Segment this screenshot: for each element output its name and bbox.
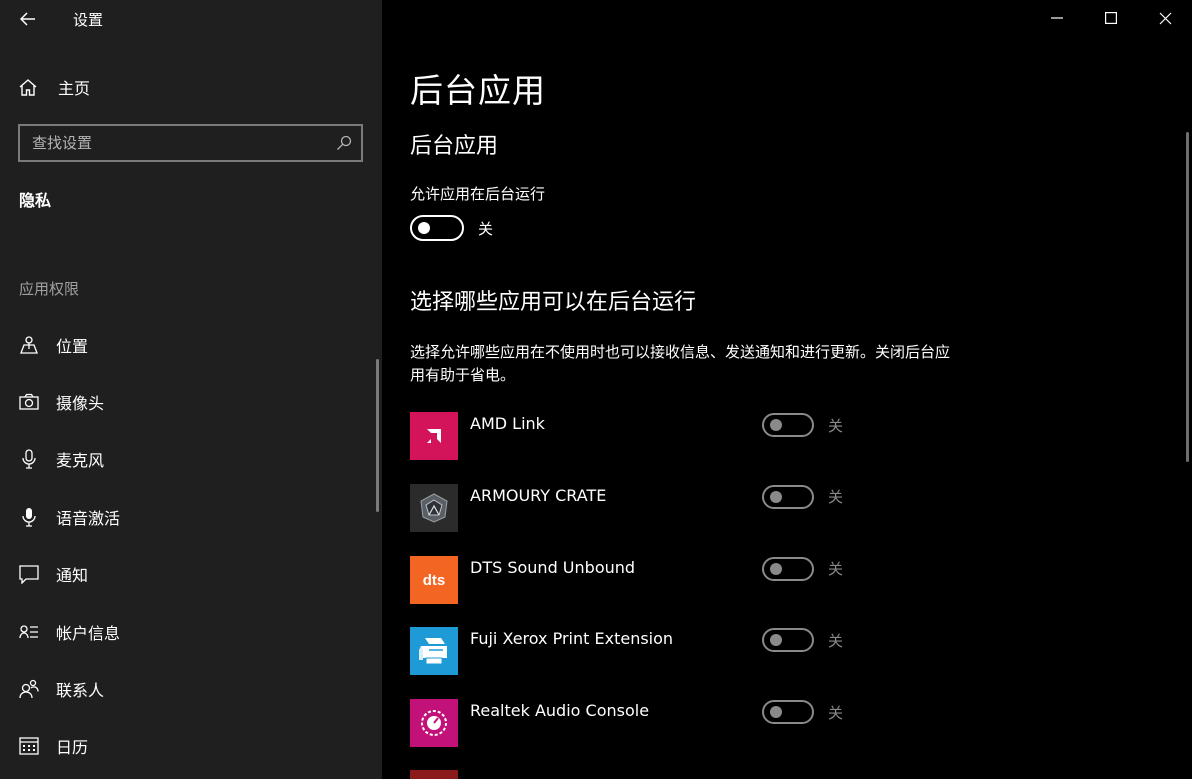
window-title: 设置 — [73, 11, 104, 29]
app-toggle-group: 关 — [762, 556, 844, 581]
app-name: DTS Sound Unbound — [470, 557, 636, 577]
sidebar-item-label: 联系人 — [56, 681, 105, 701]
account-info-icon — [18, 621, 40, 643]
toggle-knob — [770, 419, 782, 431]
sidebar-scrollbar[interactable] — [376, 359, 379, 512]
sidebar-group-title: 应用权限 — [19, 280, 80, 298]
page-title: 后台应用 — [410, 71, 546, 110]
toggle-knob — [770, 706, 782, 719]
sidebar-item-microphone[interactable]: 麦克风 — [0, 431, 382, 488]
sidebar-item-label: 帐户信息 — [56, 623, 121, 643]
contacts-icon — [18, 678, 40, 700]
app-toggle-group: 关 — [762, 700, 844, 725]
sidebar-item-label: 语音激活 — [56, 508, 121, 528]
section-description: 选择允许哪些应用在不使用时也可以接收信息、发送通知和进行更新。关闭后台应用有助于… — [410, 343, 951, 384]
toggle-state-label: 关 — [828, 488, 844, 507]
allow-background-toggle[interactable] — [410, 215, 464, 241]
toggle-state-label: 关 — [828, 631, 844, 650]
dts-app-icon: dts — [410, 555, 458, 604]
sidebar-item-account-info[interactable]: 帐户信息 — [0, 603, 382, 660]
app-row-armoury-crate: ARMOURY CRATE 关 — [410, 483, 1130, 556]
sidebar-item-home-label: 主页 — [58, 79, 91, 98]
app-list: AMD Link 关 ARMOURY CRATE 关 dts DTS Sound… — [410, 412, 1130, 771]
armoury-crate-app-icon — [410, 483, 458, 532]
sidebar-item-label: 麦克风 — [56, 451, 105, 471]
app-toggle[interactable] — [762, 700, 814, 725]
app-name: Fuji Xerox Print Extension — [470, 629, 674, 649]
toggle-state-label: 关 — [828, 703, 844, 722]
app-toggle-group: 关 — [762, 484, 844, 509]
sidebar-item-voice-activation[interactable]: 语音激活 — [0, 488, 382, 545]
next-app-icon-partial — [410, 770, 458, 779]
app-toggle[interactable] — [762, 413, 814, 437]
amd-link-app-icon — [410, 412, 458, 460]
sidebar-item-camera[interactable]: 摄像头 — [0, 373, 382, 430]
app-toggle[interactable] — [762, 628, 814, 653]
search-icon[interactable] — [327, 135, 361, 151]
search-box[interactable] — [18, 124, 363, 162]
sidebar-item-label: 日历 — [56, 738, 89, 758]
sidebar-item-label: 位置 — [56, 336, 89, 356]
svg-text:dts: dts — [423, 572, 446, 588]
toggle-knob — [770, 634, 782, 647]
voice-activation-icon — [18, 506, 40, 528]
sidebar-section-title: 隐私 — [19, 191, 52, 210]
sidebar-item-contacts[interactable]: 联系人 — [0, 660, 382, 717]
section-title-background-apps: 后台应用 — [410, 134, 499, 159]
camera-icon — [18, 391, 40, 413]
app-toggle[interactable] — [762, 556, 814, 581]
sidebar-item-label: 摄像头 — [56, 394, 105, 414]
home-icon — [19, 79, 37, 96]
toggle-state-label: 关 — [828, 416, 844, 435]
app-row-fuji-xerox: Fuji Xerox Print Extension 关 — [410, 627, 1130, 699]
main-scrollbar[interactable] — [1186, 132, 1189, 462]
sidebar: 设置 主页 隐私 应用权限 位置 摄像头 麦克风 — [0, 0, 382, 779]
app-row-realtek-audio: Realtek Audio Console 关 — [410, 699, 1130, 771]
toggle-state-label: 关 — [478, 219, 494, 238]
search-input[interactable] — [20, 134, 327, 152]
main-content: 后台应用 后台应用 允许应用在后台运行 关 选择哪些应用可以在后台运行 选择允许… — [382, 0, 1192, 779]
app-name: Realtek Audio Console — [470, 701, 650, 721]
toggle-knob — [770, 490, 782, 503]
sidebar-item-notifications[interactable]: 通知 — [0, 546, 382, 603]
notification-icon — [18, 563, 40, 585]
sidebar-item-home[interactable]: 主页 — [18, 72, 90, 102]
back-arrow-icon — [20, 12, 35, 26]
app-toggle-group: 关 — [762, 413, 843, 437]
app-name: AMD Link — [470, 414, 545, 433]
location-icon — [18, 334, 40, 356]
microphone-icon — [18, 448, 40, 470]
sidebar-item-label: 通知 — [56, 566, 89, 586]
realtek-app-icon — [410, 699, 458, 748]
app-row-dts-sound-unbound: dts DTS Sound Unbound 关 — [410, 555, 1130, 628]
section-title-choose-apps: 选择哪些应用可以在后台运行 — [410, 290, 697, 315]
app-row-amd-link: AMD Link 关 — [410, 412, 1130, 484]
app-toggle-group: 关 — [762, 628, 844, 653]
printer-app-icon — [410, 627, 458, 676]
back-button[interactable] — [14, 6, 42, 32]
sidebar-item-location[interactable]: 位置 — [0, 316, 382, 373]
allow-background-label: 允许应用在后台运行 — [410, 185, 546, 203]
app-toggle[interactable] — [762, 484, 814, 509]
toggle-knob — [418, 222, 430, 234]
toggle-state-label: 关 — [828, 560, 844, 579]
app-name: ARMOURY CRATE — [470, 485, 607, 505]
sidebar-nav: 位置 摄像头 麦克风 语音激活 通知 帐户信息 联系人 日历 — [0, 316, 382, 775]
allow-background-toggle-group: 关 — [410, 215, 493, 241]
toggle-knob — [770, 562, 782, 575]
calendar-icon — [18, 735, 40, 757]
sidebar-item-calendar[interactable]: 日历 — [0, 718, 382, 775]
